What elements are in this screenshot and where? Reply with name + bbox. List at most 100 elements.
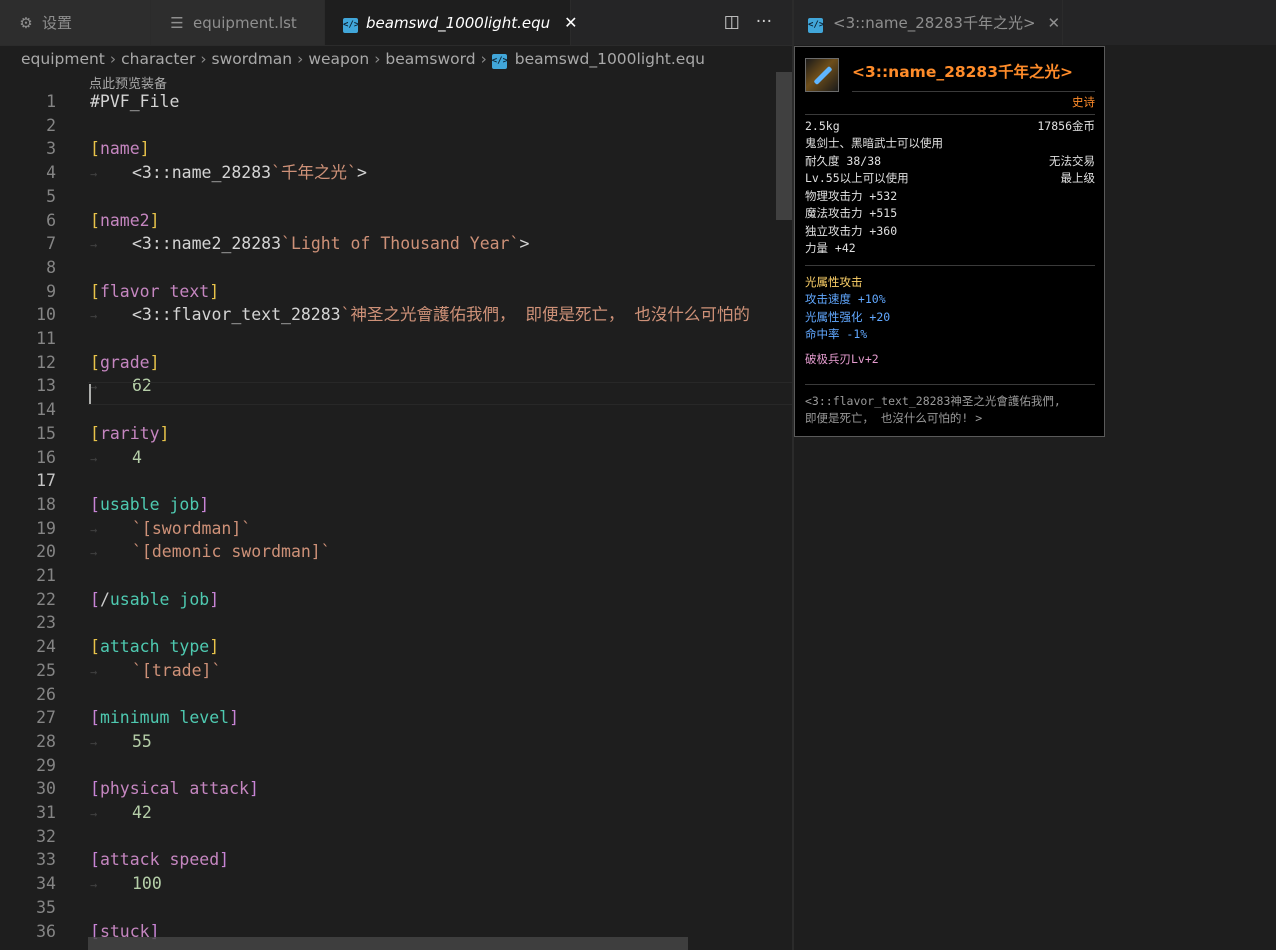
- code-line[interactable]: 12 [grade]: [0, 351, 792, 375]
- tab-settings[interactable]: ⚙ 设置: [0, 0, 151, 45]
- code-line[interactable]: 35: [0, 896, 792, 920]
- code-text: [usable job]: [90, 494, 210, 514]
- line-number: 11: [36, 329, 56, 348]
- line-number: 28: [36, 731, 56, 751]
- code-line[interactable]: 22 [/usable job]: [0, 588, 792, 612]
- line-number: 8: [46, 257, 56, 277]
- code-text: → <3::name_28283`千年之光`>: [90, 163, 367, 183]
- chevron-right-icon: ›: [480, 50, 487, 68]
- line-number: 13: [36, 376, 56, 396]
- breadcrumb-item[interactable]: equipment: [21, 50, 105, 68]
- scrollbar-thumb[interactable]: [776, 72, 792, 220]
- code-file-icon: </>: [343, 13, 359, 33]
- code-line[interactable]: 10 → <3::flavor_text_28283`神圣之光會護佑我們， 即便是死…: [0, 303, 792, 327]
- rarity-row: 史诗: [805, 94, 1095, 111]
- divider: [805, 265, 1095, 266]
- code-line[interactable]: 23: [0, 611, 792, 635]
- code-line[interactable]: 3 [name]: [0, 137, 792, 161]
- code-editor[interactable]: 1 #PVF_File 2 3 [name] 4 → <3::name_28283`千年之光`…: [0, 90, 792, 950]
- line-number: 4: [46, 163, 56, 183]
- line-number: 7: [46, 234, 56, 254]
- line-number: 1: [46, 92, 56, 111]
- line-number: 5: [46, 186, 56, 206]
- split-editor-icon[interactable]: ◫: [724, 12, 740, 32]
- current-line-highlight: [88, 382, 792, 405]
- code-text: [flavor text]: [90, 281, 220, 301]
- code-line[interactable]: 18 [usable job]: [0, 493, 792, 517]
- rarity-label: 史诗: [1072, 95, 1095, 109]
- code-line[interactable]: 25 → `[trade]`: [0, 659, 792, 683]
- line-number: 23: [36, 613, 56, 633]
- code-line[interactable]: 2: [0, 114, 792, 138]
- line-number: 34: [36, 874, 56, 894]
- line-number: 36: [36, 921, 56, 941]
- code-text: [rarity]: [90, 423, 170, 443]
- code-line[interactable]: 28 → 55: [0, 730, 792, 754]
- tab-preview[interactable]: </> <3::name_28283千年之光> ✕: [794, 0, 1063, 45]
- code-line[interactable]: 15 [rarity]: [0, 422, 792, 446]
- breadcrumb-item[interactable]: swordman: [212, 50, 293, 68]
- code-line[interactable]: 9 [flavor text]: [0, 280, 792, 304]
- stat-row: 命中率 -1%: [805, 326, 1095, 343]
- editor-tab-bar: ⚙ 设置 ☰ equipment.lst </> beamswd_1000lig…: [0, 0, 792, 46]
- stat-row: 光属性强化 +20: [805, 309, 1095, 326]
- close-icon[interactable]: ✕: [564, 13, 577, 32]
- code-line[interactable]: 21: [0, 564, 792, 588]
- stat-row: 独立攻击力 +360: [805, 223, 1095, 240]
- code-line[interactable]: 27 [minimum level]: [0, 706, 792, 730]
- divider: [852, 91, 1095, 92]
- code-line[interactable]: 32: [0, 825, 792, 849]
- code-text: → 55: [90, 731, 152, 751]
- code-text: #PVF_File: [90, 92, 180, 111]
- code-text: [name2]: [90, 210, 160, 230]
- code-line[interactable]: 17: [0, 469, 792, 493]
- code-line[interactable]: 8: [0, 256, 792, 280]
- code-line[interactable]: 33 [attack speed]: [0, 848, 792, 872]
- code-line[interactable]: 5: [0, 185, 792, 209]
- line-number: 10: [36, 305, 56, 325]
- code-line[interactable]: 19 → `[swordman]`: [0, 517, 792, 541]
- code-line[interactable]: 31 → 42: [0, 801, 792, 825]
- tab-label: equipment.lst: [193, 13, 297, 32]
- code-line[interactable]: 24 [attach type]: [0, 635, 792, 659]
- code-line[interactable]: 7 → <3::name2_28283`Light of Thousand Year…: [0, 232, 792, 256]
- breadcrumb-item[interactable]: character: [121, 50, 195, 68]
- code-line[interactable]: 6 [name2]: [0, 209, 792, 233]
- line-number: 32: [36, 826, 56, 846]
- editor-actions: ◫ ···: [724, 12, 772, 32]
- code-line[interactable]: 4 → <3::name_28283`千年之光`>: [0, 161, 792, 185]
- line-number: 27: [36, 708, 56, 728]
- grade-value: 最上级: [1060, 171, 1096, 185]
- horizontal-scrollbar[interactable]: [88, 937, 688, 950]
- breadcrumb-item[interactable]: beamsword: [385, 50, 475, 68]
- tab-equipment-lst[interactable]: ☰ equipment.lst: [151, 0, 325, 45]
- flavor-text: 即便是死亡， 也沒什么可怕的! >: [805, 411, 983, 425]
- line-number: 18: [36, 494, 56, 514]
- preview-pane: </> <3::name_28283千年之光> ✕ <3::name_28283…: [794, 0, 1276, 950]
- physical-attack: 物理攻击力 +532: [805, 189, 898, 203]
- code-line[interactable]: 1 #PVF_File: [0, 90, 792, 114]
- code-line[interactable]: 26: [0, 683, 792, 707]
- code-text: [name]: [90, 139, 150, 159]
- breadcrumb-item[interactable]: beamswd_1000light.equ: [515, 50, 705, 68]
- stat-row: 魔法攻击力 +515: [805, 205, 1095, 222]
- close-icon[interactable]: ✕: [1048, 14, 1061, 32]
- code-line[interactable]: 29: [0, 754, 792, 778]
- code-line[interactable]: 30 [physical attack]: [0, 777, 792, 801]
- line-number: 9: [46, 281, 56, 301]
- code-line[interactable]: 20 → `[demonic swordman]`: [0, 540, 792, 564]
- weight-price-row: 2.5kg 17856金币: [805, 118, 1095, 135]
- line-number: 6: [46, 210, 56, 230]
- code-line[interactable]: 16 → 4: [0, 446, 792, 470]
- more-actions-icon[interactable]: ···: [756, 12, 772, 32]
- breadcrumb-item[interactable]: weapon: [308, 50, 369, 68]
- line-number: 12: [36, 352, 56, 372]
- code-text: → 42: [90, 803, 152, 822]
- line-number: 33: [36, 850, 56, 870]
- skill-bonus: 破极兵刃Lv+2: [805, 352, 879, 366]
- tab-beamswd-equ[interactable]: </> beamswd_1000light.equ ✕: [325, 0, 578, 45]
- code-line[interactable]: 34 → 100: [0, 872, 792, 896]
- line-number: 21: [36, 566, 56, 585]
- code-line[interactable]: 11: [0, 327, 792, 351]
- vertical-scrollbar[interactable]: [776, 72, 792, 950]
